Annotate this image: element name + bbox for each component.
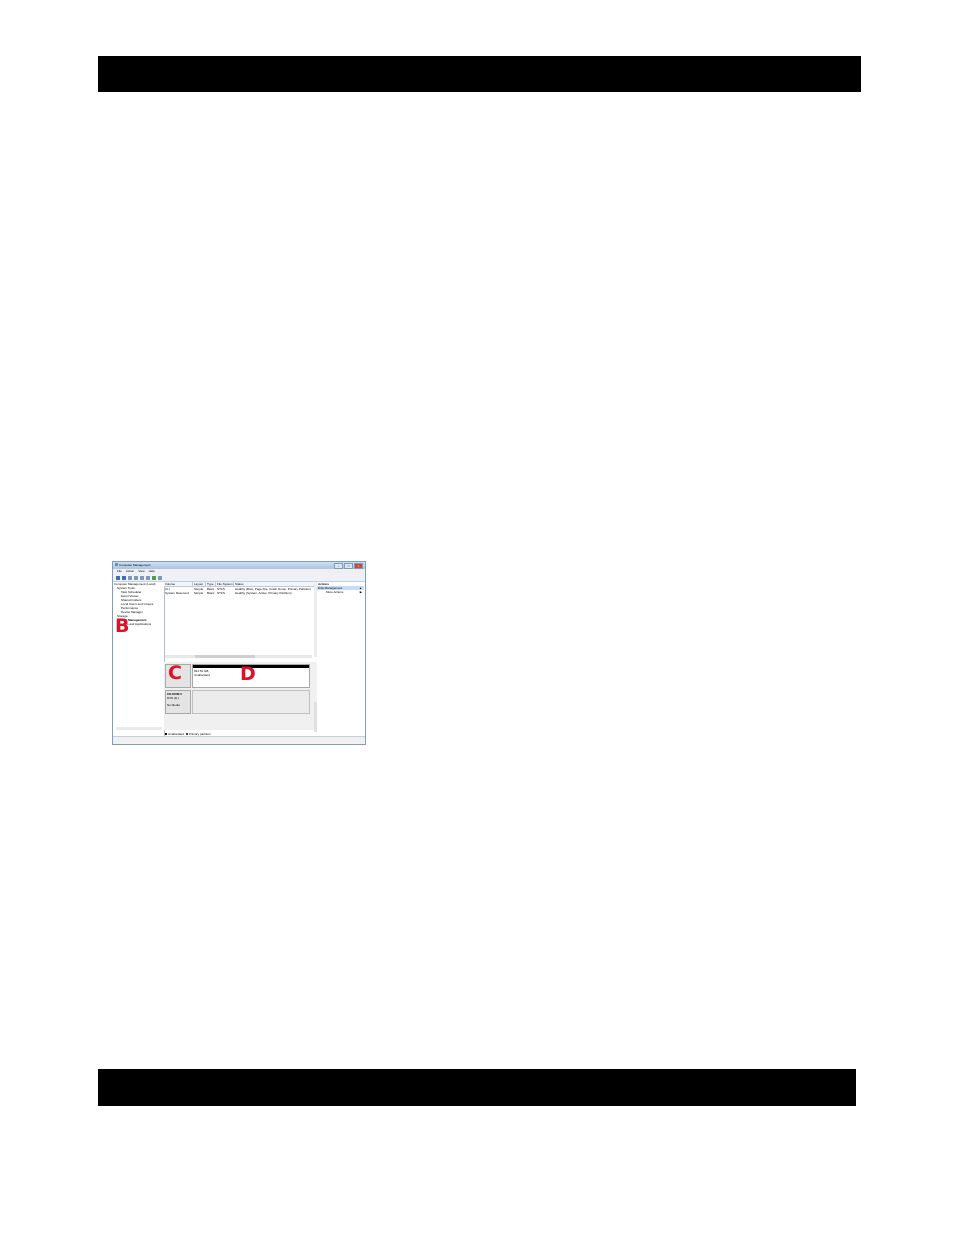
console-tree: Computer Management (Local) System Tools… — [114, 582, 165, 736]
back-icon[interactable] — [116, 575, 120, 580]
title-bar: Computer Management – □ × — [113, 562, 365, 569]
window-title: Computer Management — [119, 563, 151, 567]
cdrom-info[interactable]: CD-ROM 0 DVD (E:) No Media — [165, 690, 191, 714]
cell: Healthy (System, Active, Primary Partiti… — [235, 591, 292, 595]
cell: NTFS — [217, 591, 225, 595]
cell: Basic — [207, 591, 215, 595]
status-bar — [113, 736, 365, 744]
cdrom-type: DVD (E:) — [167, 696, 179, 700]
cdrom-empty-area — [192, 690, 310, 714]
callout-c: C — [168, 662, 182, 684]
tree-horizontal-scrollbar[interactable] — [116, 727, 162, 730]
callout-b: B — [115, 615, 130, 637]
up-icon[interactable] — [128, 575, 132, 580]
properties-icon[interactable] — [140, 575, 144, 580]
column-header[interactable]: File System — [216, 582, 234, 586]
toolbar — [113, 574, 365, 582]
disk-0-row: 931.51 GB Unallocated — [165, 664, 310, 688]
cell: System Reserved — [165, 591, 189, 595]
bottom-black-bar — [98, 1069, 856, 1106]
table-row[interactable]: System Reserved Simple Basic NTFS Health… — [164, 591, 317, 595]
column-header[interactable]: Volume — [164, 582, 193, 586]
cell: Simple — [194, 591, 204, 595]
primary-swatch — [185, 732, 188, 735]
unallocated-swatch — [165, 732, 167, 735]
callout-d: D — [240, 663, 256, 685]
forward-icon[interactable] — [122, 575, 126, 580]
more-actions-link[interactable]: More Actions — [317, 590, 364, 594]
legend-unallocated: Unallocated — [168, 731, 184, 736]
cdrom-media: No Media — [167, 703, 180, 707]
help-icon[interactable] — [146, 575, 150, 580]
app-icon — [115, 563, 118, 566]
disk-management-screenshot: Computer Management – □ × File Action Vi… — [112, 561, 366, 745]
column-header[interactable]: Layout — [193, 582, 206, 586]
volume-list-horizontal-scrollbar[interactable] — [165, 655, 312, 658]
cdrom-row: CD-ROM 0 DVD (E:) No Media — [165, 690, 310, 714]
column-header[interactable]: Type — [206, 582, 216, 586]
show-hide-tree-icon[interactable] — [134, 575, 138, 580]
actions-pane: Actions Disk Management More Actions — [317, 582, 364, 736]
scrollbar-thumb[interactable] — [195, 655, 255, 658]
volume-list: Volume Layout Type File System Status (C… — [164, 582, 317, 658]
settings-icon[interactable] — [158, 575, 162, 580]
top-black-bar — [98, 56, 861, 92]
refresh-icon[interactable] — [152, 575, 156, 580]
disk-management-pane: Volume Layout Type File System Status (C… — [164, 582, 318, 736]
legend-primary: Primary partition — [188, 731, 211, 736]
column-header[interactable]: Status — [234, 582, 317, 586]
